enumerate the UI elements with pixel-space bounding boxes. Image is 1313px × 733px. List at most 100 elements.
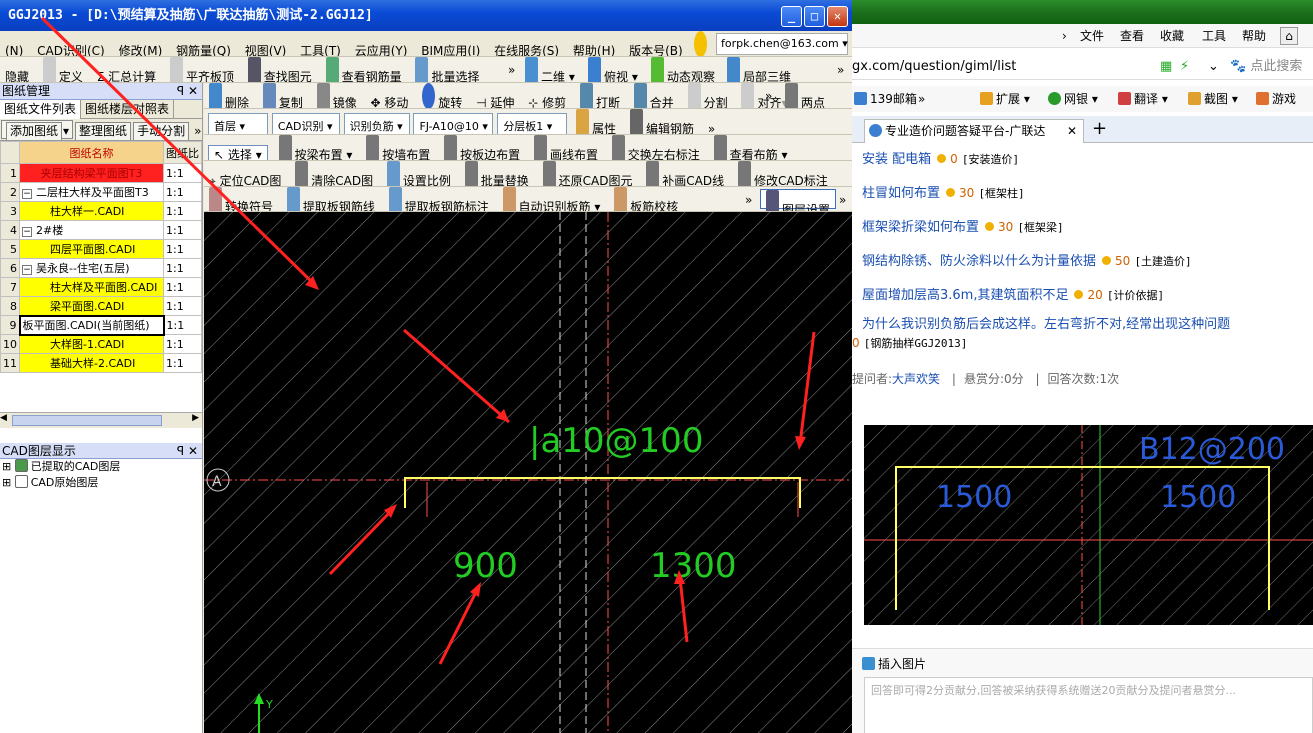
overflow-chevron-icon[interactable]: » (191, 123, 202, 140)
search-box[interactable]: 🐾 点此搜索 (1230, 54, 1302, 80)
overflow-chevron-icon[interactable]: » (703, 116, 720, 134)
view-rebar-qty-button[interactable]: 查看钢筋量 (321, 57, 407, 82)
insert-image-button[interactable]: 插入图片 (852, 649, 1313, 678)
collapse-toggle-icon[interactable]: − (22, 189, 32, 199)
summary-calc-button[interactable]: Σ 汇总计算 (92, 64, 161, 82)
drawing-name-cell[interactable]: − 二层柱大样及平面图T3 (19, 182, 164, 202)
split-button[interactable]: 分割 (683, 83, 733, 108)
drawing-name-cell[interactable]: 四层平面图.CADI (19, 239, 164, 259)
overflow-chevron-icon[interactable]: » (834, 187, 851, 211)
menu-item[interactable]: 云应用(Y) (350, 38, 413, 56)
menu-item[interactable]: 帮助(H) (568, 38, 620, 56)
drawing-name-cell[interactable]: 柱大样及平面图.CADI (19, 277, 164, 297)
drawing-name-cell[interactable]: 板平面图.CADI(当前图纸) (18, 314, 165, 336)
question-item[interactable]: 钢结构除锈、防火涂料以什么为计量依据 50 [土建造价] (862, 250, 1192, 269)
new-tab-button[interactable]: + (1092, 118, 1107, 139)
main-question[interactable]: 为什么我识别负筋后会成这样。左右弯折不对,经常出现这种问题 0 [钢筋抽样GGJ… (852, 316, 1312, 353)
drawing-name-cell[interactable]: −2#楼 (19, 220, 164, 240)
menu-item[interactable]: CAD识别(C) (32, 38, 110, 56)
tab-floor-map[interactable]: 图纸楼层对照表 (81, 100, 175, 119)
manual-split-button[interactable]: 手动分割 (133, 122, 190, 140)
lightning-icon[interactable]: ⚡ (1180, 54, 1189, 80)
hide-button[interactable]: 隐藏 (0, 64, 34, 82)
view-rebar-layout-dropdown[interactable]: 查看布筋 ▾ (709, 135, 793, 160)
question-item[interactable]: 屋面增加层高3.6m,其建筑面积不足 20 [计价依据] (862, 284, 1164, 303)
panel-pin-close-icon[interactable]: ꟼ ✕ (177, 83, 198, 99)
account-dropdown[interactable]: forpk.chen@163.com ▾ (716, 33, 848, 55)
tab-drawing-list[interactable]: 图纸文件列表 (0, 100, 82, 119)
clear-cad-button[interactable]: 清除CAD图 (290, 161, 378, 186)
tab-close-icon[interactable]: ✕ (1067, 120, 1077, 142)
cad-recognition-select[interactable]: CAD识别 ▾ (271, 113, 340, 134)
browser-home-icon[interactable]: ⌂ (1280, 27, 1298, 45)
dynamic-view-button[interactable]: 动态观察 (646, 57, 720, 82)
layer-slab-select[interactable]: 分层板1 ▾ (497, 113, 568, 134)
browser-menu-item[interactable]: 文件 (1080, 24, 1104, 48)
locate-cad-button[interactable]: ⌖ 定位CAD图 (204, 168, 286, 186)
view-2d-dropdown[interactable]: 二维 ▾ (520, 57, 580, 82)
extract-rebar-line-button[interactable]: 提取板钢筋线 (282, 187, 380, 211)
floor-select[interactable]: 首层 ▾ (208, 113, 268, 134)
nav-chevron-icon[interactable]: › (1062, 24, 1067, 48)
wall-layout-button[interactable]: 按墙布置 (361, 135, 435, 160)
move-button[interactable]: ✥ 移动 (366, 90, 414, 108)
edit-rebar-button[interactable]: 编辑钢筋 (625, 109, 699, 134)
batch-select-button[interactable]: 批量选择 (410, 57, 484, 82)
recognize-neg-rebar-select[interactable]: 识别负筋 ▾ (343, 113, 410, 134)
batch-replace-button[interactable]: 批量替换 (460, 161, 534, 186)
redraw-cad-line-button[interactable]: 补画CAD线 (641, 161, 729, 186)
table-row[interactable]: 9 板平面图.CADI(当前图纸) 1:1 (0, 314, 202, 336)
table-row[interactable]: 8 梁平面图.CADI 1:1 (0, 296, 202, 316)
rebar-type-select[interactable]: FJ-A10@10 ▾ (413, 113, 494, 134)
organize-drawing-button[interactable]: 整理图纸 (75, 122, 132, 140)
layer-item[interactable]: ⊞ 已提取的CAD图层 (0, 459, 202, 475)
horizontal-scrollbar[interactable]: ◀ ▶ (0, 412, 202, 428)
line-layout-button[interactable]: 画线布置 (529, 135, 603, 160)
trim-button[interactable]: ⊹ 修剪 (523, 90, 571, 108)
table-row[interactable]: 10 大样图-1.CADI 1:1 (0, 334, 202, 354)
properties-button[interactable]: 属性 (571, 109, 621, 134)
browser-tab[interactable]: 专业造价问题答疑平台-广联达 ✕ (864, 119, 1084, 143)
menu-item[interactable]: 在线服务(S) (489, 38, 564, 56)
qr-icon[interactable]: ▦ (1160, 54, 1172, 80)
menu-item[interactable]: 修改(M) (114, 38, 168, 56)
collapse-toggle-icon[interactable]: − (22, 265, 32, 275)
question-image[interactable]: B12@200 1500 1500 (864, 425, 1313, 625)
overflow-chevron-icon[interactable]: » (918, 86, 925, 112)
drawing-name-cell[interactable]: − 吴永良--住宅(五层) (19, 258, 164, 278)
maximize-button[interactable]: □ (804, 6, 825, 27)
copy-button[interactable]: 复制 (258, 83, 308, 108)
drawing-name-cell[interactable]: 基础大样-2.CADI (19, 353, 164, 373)
set-scale-button[interactable]: 设置比例 (382, 161, 456, 186)
question-title[interactable]: 框架梁折梁如何布置 (862, 220, 979, 235)
table-row[interactable]: 4−2#楼 1:1 (0, 220, 202, 240)
menu-item[interactable]: 工具(T) (295, 38, 346, 56)
browser-menu-item[interactable]: 查看 (1120, 24, 1144, 48)
convert-symbol-button[interactable]: 转换符号 (204, 187, 278, 211)
overflow-chevron-icon[interactable]: » (503, 57, 520, 82)
scroll-right-icon[interactable]: ▶ (192, 413, 199, 423)
table-row[interactable]: 6− 吴永良--住宅(五层) 1:1 (0, 258, 202, 278)
panel-pin-close-icon[interactable]: ꟼ ✕ (177, 443, 198, 459)
dropdown-chevron-icon[interactable]: ⌄ (1208, 54, 1219, 80)
table-row[interactable]: 1 夹层结构梁平面图T3 1:1 (0, 163, 202, 183)
question-title[interactable]: 屋面增加层高3.6m,其建筑面积不足 (862, 288, 1068, 303)
question-item[interactable]: 安装 配电箱 0 [安装造价] (862, 148, 1019, 167)
main-question-title[interactable]: 为什么我识别负筋后会成这样。左右弯折不对,经常出现这种问题 (862, 317, 1230, 332)
add-drawing-button[interactable]: 添加图纸 ▾ (1, 120, 74, 140)
layer-item[interactable]: ⊞ CAD原始图层 (0, 475, 202, 491)
question-title[interactable]: 安装 配电箱 (862, 152, 931, 167)
restore-cad-button[interactable]: 还原CAD图元 (538, 161, 638, 186)
mirror-button[interactable]: 镜像 (312, 83, 362, 108)
table-row[interactable]: 11 基础大样-2.CADI 1:1 (0, 353, 202, 373)
top-view-dropdown[interactable]: 俯视 ▾ (583, 57, 643, 82)
table-row[interactable]: 3 柱大样一.CADI 1:1 (0, 201, 202, 221)
modify-cad-label-button[interactable]: 修改CAD标注 (733, 161, 833, 186)
browser-menu-item[interactable]: 收藏 (1160, 24, 1184, 48)
address-bar[interactable]: gx.com/question/giml/list ▦ ⚡ ⌄ 🐾 点此搜索 (852, 54, 1313, 80)
delete-button[interactable]: 删除 (204, 83, 254, 108)
minimize-button[interactable]: _ (781, 6, 802, 27)
drawing-name-cell[interactable]: 柱大样一.CADI (19, 201, 164, 221)
select-button[interactable]: ↖ 选择 ▾ (208, 145, 268, 160)
two-point-button[interactable]: 两点 (780, 83, 830, 108)
